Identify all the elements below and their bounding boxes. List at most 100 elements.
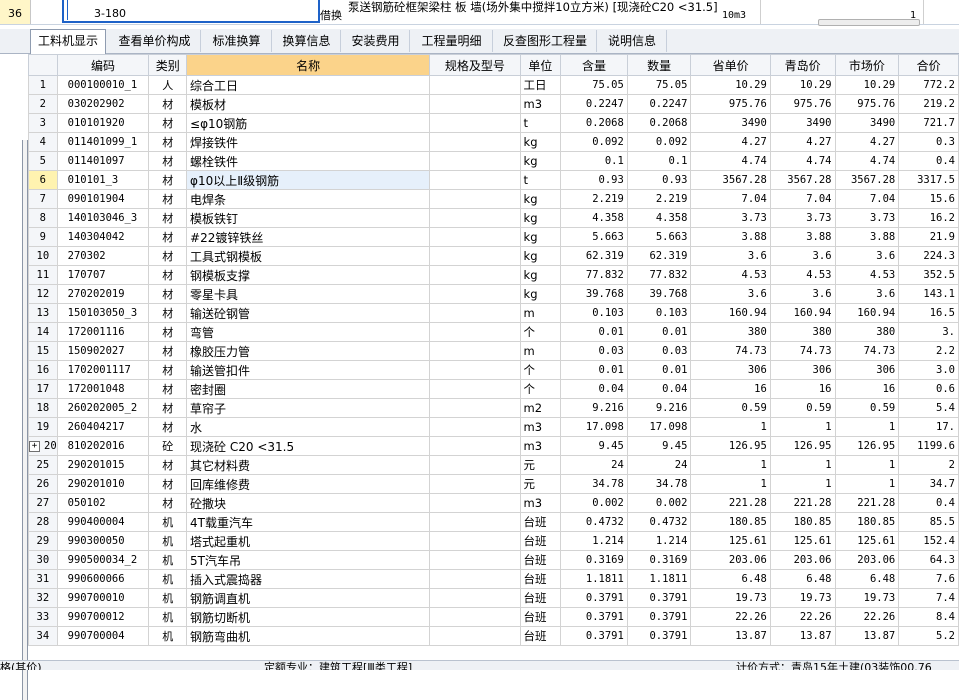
cell-quantity[interactable]: 0.93 [626, 170, 692, 190]
cell-name[interactable]: 插入式震捣器 [186, 569, 431, 589]
cell-content[interactable]: 17.098 [560, 417, 628, 437]
table-row[interactable]: 28 990400004 机 4T载重汽车 台班 0.4732 0.4732 180.85 18… [28, 512, 959, 532]
cell-qingdao-price[interactable]: 4.74 [769, 151, 836, 171]
table-row[interactable]: 4 011401099_1 材焊接铁件 kg 0.092 0.092 4.27 4.27 4.2… [28, 132, 959, 152]
cell-unit[interactable]: kg [519, 189, 562, 209]
cell-market-price[interactable]: 380 [834, 322, 900, 342]
cell-spec[interactable] [429, 227, 521, 247]
cell-quantity[interactable]: 4.358 [626, 208, 692, 228]
cell-unit[interactable]: m [519, 341, 562, 361]
cell-unit[interactable]: 台班 [519, 531, 562, 551]
cell-market-price[interactable]: 6.48 [834, 569, 900, 589]
cell-quantity[interactable]: 34.78 [626, 474, 692, 494]
cell-provincial-price[interactable]: 22.26 [690, 607, 771, 627]
row-number[interactable]: 28 [28, 512, 58, 532]
header-provincial-price[interactable]: 省单价 [690, 54, 771, 76]
cell-category[interactable]: 机 [148, 569, 188, 589]
cell-code[interactable]: 990300050 [56, 531, 150, 551]
cell-qingdao-price[interactable]: 22.26 [769, 607, 836, 627]
row-number[interactable]: 13 [28, 303, 58, 323]
row-number[interactable]: 15 [28, 341, 58, 361]
cell-provincial-price[interactable]: 3.73 [690, 208, 771, 228]
row-number[interactable]: 4 [28, 132, 58, 152]
cell-content[interactable]: 0.092 [560, 132, 628, 152]
table-row[interactable]: 7 090101904 材电焊条 kg 2.219 2.219 7.04 7.04 7.04 15… [28, 189, 959, 209]
cell-category[interactable]: 机 [148, 512, 188, 532]
cell-qingdao-price[interactable]: 4.27 [769, 132, 836, 152]
cell-total[interactable]: 3.0 [898, 360, 959, 380]
cell-qingdao-price[interactable]: 3.6 [769, 246, 836, 266]
cell-provincial-price[interactable]: 221.28 [690, 493, 771, 513]
table-row[interactable]: 9 140304042 材 #22镀锌铁丝 kg 5.663 5.663 3.88 3.88 3.… [28, 227, 959, 247]
row-number[interactable]: 10 [28, 246, 58, 266]
cell-name[interactable]: 水 [186, 417, 431, 437]
cell-content[interactable]: 77.832 [560, 265, 628, 285]
cell-content[interactable]: 0.103 [560, 303, 628, 323]
cell-quantity[interactable]: 9.216 [626, 398, 692, 418]
row-number[interactable]: +20 [28, 436, 58, 456]
cell-content[interactable]: 0.3791 [560, 626, 628, 646]
cell-market-price[interactable]: 221.28 [834, 493, 900, 513]
cell-quantity[interactable]: 0.2068 [626, 113, 692, 133]
cell-code[interactable]: 990700004 [56, 626, 150, 646]
cell-market-price[interactable]: 74.73 [834, 341, 900, 361]
cell-market-price[interactable]: 160.94 [834, 303, 900, 323]
cell-provincial-price[interactable]: 7.04 [690, 189, 771, 209]
cell-spec[interactable] [429, 512, 521, 532]
row-number[interactable]: 12 [28, 284, 58, 304]
cell-market-price[interactable]: 7.04 [834, 189, 900, 209]
cell-spec[interactable] [429, 493, 521, 513]
cell-code[interactable]: 260404217 [56, 417, 150, 437]
table-row[interactable]: 18 260202005_2 材草帘子 m2 9.216 9.216 0.59 0.59 0.5… [28, 398, 959, 418]
cell-provincial-price[interactable]: 0.59 [690, 398, 771, 418]
table-row[interactable]: 5 011401097 材螺栓铁件 kg 0.1 0.1 4.74 4.74 4.74 0.4 [28, 151, 959, 171]
cell-quantity[interactable]: 0.1 [626, 151, 692, 171]
cell-provincial-price[interactable]: 126.95 [690, 436, 771, 456]
cell-code[interactable]: 172001048 [56, 379, 150, 399]
cell-spec[interactable] [429, 265, 521, 285]
tab-reverse-graphic-quantity[interactable]: 反查图形工程量 [494, 30, 597, 52]
cell-code[interactable]: 990600066 [56, 569, 150, 589]
cell-spec[interactable] [429, 626, 521, 646]
cell-quantity[interactable]: 0.01 [626, 322, 692, 342]
cell-spec[interactable] [429, 246, 521, 266]
cell-content[interactable]: 5.663 [560, 227, 628, 247]
row-number[interactable]: 8 [28, 208, 58, 228]
cell-spec[interactable] [429, 474, 521, 494]
table-row[interactable]: 17 172001048 材密封圈个 0.04 0.04 16 16 16 0.6 [28, 379, 959, 399]
cell-spec[interactable] [429, 341, 521, 361]
cell-quantity[interactable]: 1.214 [626, 531, 692, 551]
cell-code[interactable]: 290201010 [56, 474, 150, 494]
cell-name[interactable]: 橡胶压力管 [186, 341, 431, 361]
cell-category[interactable]: 材 [148, 284, 188, 304]
cell-code[interactable]: 000100010_1 [56, 75, 150, 95]
cell-name[interactable]: 回库维修费 [186, 474, 431, 494]
row-number[interactable]: 27 [28, 493, 58, 513]
cell-name[interactable]: 草帘子 [186, 398, 431, 418]
cell-category[interactable]: 材 [148, 151, 188, 171]
cell-total[interactable]: 7.6 [898, 569, 959, 589]
cell-quantity[interactable]: 0.04 [626, 379, 692, 399]
cell-code[interactable]: 140304042 [56, 227, 150, 247]
header-market-price[interactable]: 市场价 [834, 54, 900, 76]
cell-spec[interactable] [429, 550, 521, 570]
cell-qingdao-price[interactable]: 180.85 [769, 512, 836, 532]
cell-name[interactable]: 模板材 [186, 94, 431, 114]
cell-provincial-price[interactable]: 3.88 [690, 227, 771, 247]
cell-code[interactable]: 270302 [56, 246, 150, 266]
cell-category[interactable]: 机 [148, 531, 188, 551]
cell-quantity[interactable]: 77.832 [626, 265, 692, 285]
cell-market-price[interactable]: 3.6 [834, 246, 900, 266]
cell-spec[interactable] [429, 113, 521, 133]
cell-total[interactable]: 15.6 [898, 189, 959, 209]
row-number[interactable]: 31 [28, 569, 58, 589]
header-qingdao-price[interactable]: 青岛价 [769, 54, 836, 76]
row-number[interactable]: 26 [28, 474, 58, 494]
cell-market-price[interactable]: 3.73 [834, 208, 900, 228]
cell-content[interactable]: 0.2247 [560, 94, 628, 114]
cell-name[interactable]: 4T载重汽车 [186, 512, 431, 532]
cell-unit[interactable]: kg [519, 151, 562, 171]
cell-unit[interactable]: 台班 [519, 626, 562, 646]
cell-unit[interactable]: kg [519, 227, 562, 247]
table-row[interactable]: 34 990700004 机钢筋弯曲机 台班 0.3791 0.3791 13.87 13.8… [28, 626, 959, 646]
